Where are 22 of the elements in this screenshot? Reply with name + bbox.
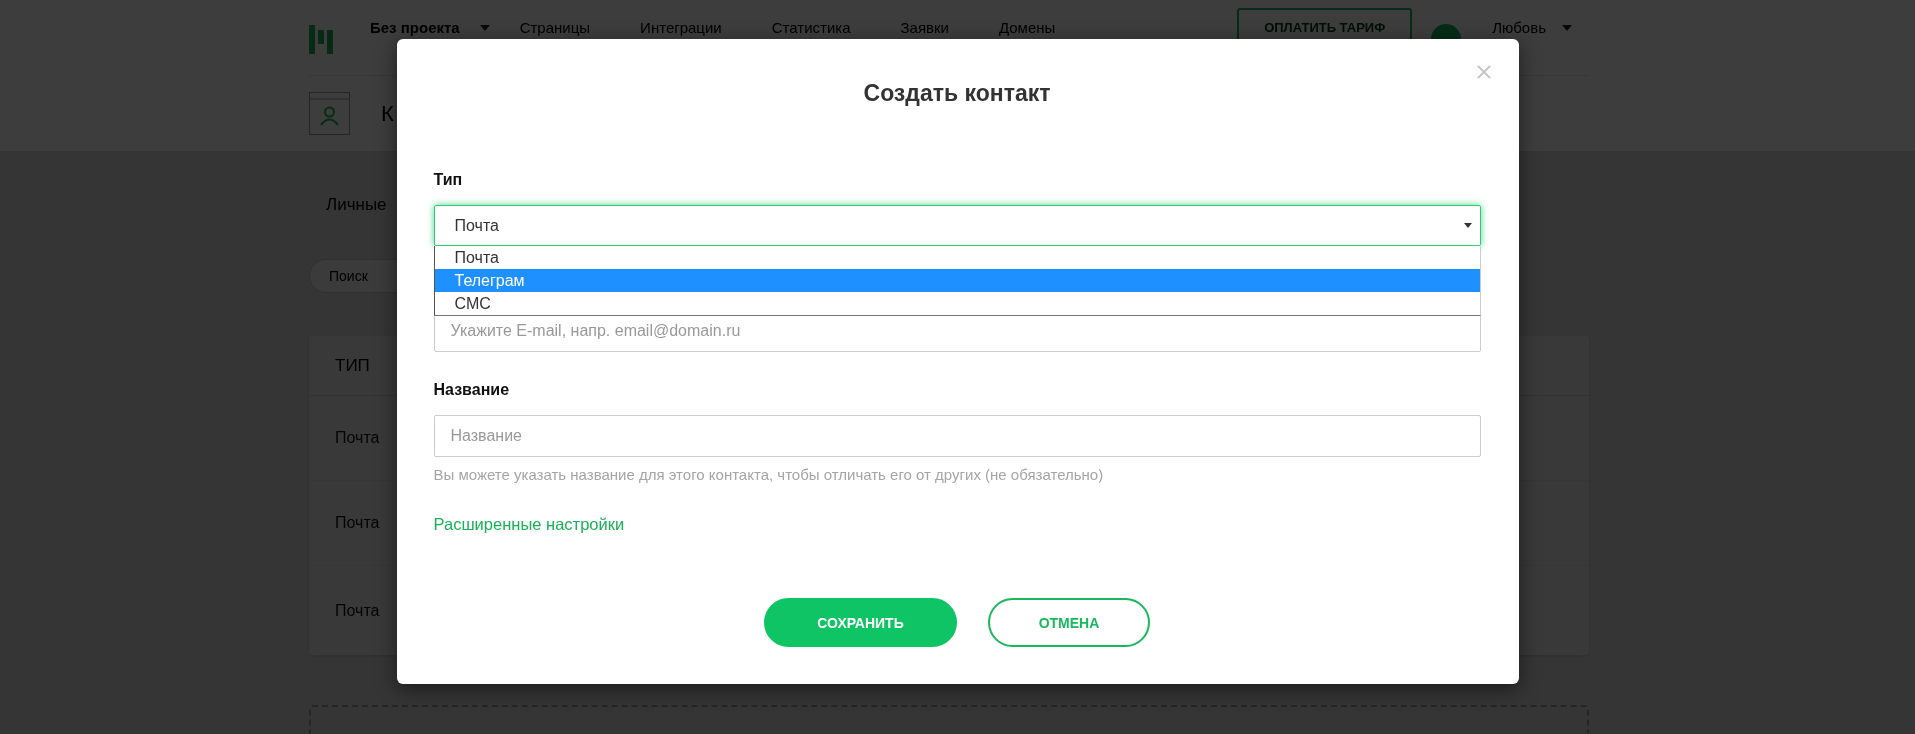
nav-link[interactable]: Интеграции (640, 19, 722, 36)
user-menu[interactable]: Любовь (1492, 19, 1546, 36)
nav-link[interactable]: Заявки (900, 19, 949, 36)
modal-title: Создать контакт (862, 79, 1052, 108)
field-label: Тип (433, 170, 463, 190)
save-button[interactable]: СОХРАНИТЬ (764, 598, 957, 647)
name-input[interactable]: Название (433, 415, 1481, 457)
advanced-settings-link[interactable]: Расширенные настройки (433, 514, 625, 534)
type-select[interactable]: Почта (433, 205, 1481, 246)
cancel-button[interactable]: ОТМЕНА (988, 598, 1150, 647)
field-label: Название (433, 380, 510, 400)
nav-link[interactable]: Страницы (519, 19, 591, 36)
nav-link[interactable]: Домены (998, 19, 1056, 36)
close-icon[interactable] (1476, 65, 1491, 79)
dropdown-option[interactable]: Телеграм (434, 269, 1480, 292)
project-selector[interactable]: Без проекта (370, 19, 460, 36)
dropdown-option[interactable]: Почта (434, 246, 1480, 269)
column-header: ТИП (335, 355, 370, 376)
nav-link[interactable]: Статистика (771, 19, 851, 36)
field-hint: Вы можете указать название для этого контакта, чтобы отличать его от других (не обязательно) (433, 465, 1104, 485)
caret-icon (1463, 223, 1472, 228)
page-title: К (381, 100, 394, 127)
